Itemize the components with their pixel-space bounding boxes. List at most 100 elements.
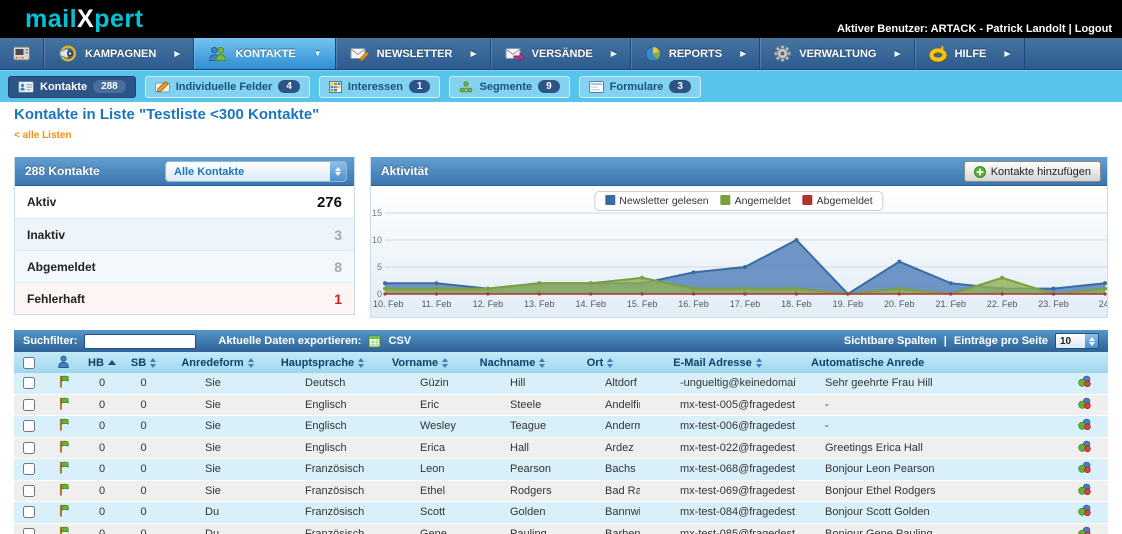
stat-row-fehlerhaft[interactable]: Fehlerhaft1: [15, 282, 354, 314]
stat-row-abgemeldet[interactable]: Abgemeldet8: [15, 250, 354, 282]
contact-spheres-icon[interactable]: [1077, 418, 1092, 434]
visible-columns-link[interactable]: Sichtbare Spalten: [844, 335, 937, 347]
legend-swatch: [803, 195, 813, 205]
cell-anrede: -: [795, 420, 1060, 432]
contact-spheres-icon[interactable]: [1077, 504, 1092, 520]
row-checkbox[interactable]: [23, 506, 35, 518]
contacts-stats-panel: 288 Kontakte Alle Kontakte Aktiv276Inakt…: [14, 157, 355, 315]
cell-hauptsprache: Englisch: [270, 399, 375, 411]
nav-item-hilfe[interactable]: HILFE ▶: [915, 38, 1025, 69]
csv-export-link[interactable]: CSV: [388, 335, 411, 347]
contact-filter-select[interactable]: Alle Kontakte: [165, 161, 347, 182]
megaphone-icon: [58, 45, 77, 62]
column-header-nachname[interactable]: Nachname: [465, 352, 560, 373]
column-header-sb[interactable]: SB: [122, 352, 165, 373]
plus-icon: [974, 166, 986, 178]
contact-spheres-icon[interactable]: [1077, 375, 1092, 391]
contact-spheres-icon[interactable]: [1077, 440, 1092, 456]
sort-icon: [442, 358, 448, 368]
flag-icon: [57, 375, 70, 391]
nav-item-label: KONTAKTE: [235, 48, 295, 60]
cell-anrede: Bonjour Gene Pauling: [795, 528, 1060, 534]
nav-item-newsletter[interactable]: NEWSLETTER ▶: [336, 38, 491, 69]
column-header-anrede: Automatische Anrede: [795, 352, 1060, 373]
cell-hauptsprache: Französisch: [270, 528, 375, 534]
nav-item-versaende[interactable]: VERSÄNDE▶: [491, 38, 631, 69]
contact-filter-value: Alle Kontakte: [166, 166, 330, 178]
row-checkbox[interactable]: [23, 420, 35, 432]
cell-anrede: Bonjour Ethel Rodgers: [795, 485, 1060, 497]
svg-text:12. Feb: 12. Feb: [473, 299, 504, 309]
chevron-right-icon: ▶: [470, 49, 476, 58]
per-page-label: Einträge pro Seite: [954, 335, 1048, 347]
row-checkbox[interactable]: [23, 528, 35, 534]
cell-nachname: Steele: [465, 399, 560, 411]
cell-nachname: Golden: [465, 506, 560, 518]
table-body: 00SieDeutschGüzinHillAltdorf (SH)-unguel…: [14, 373, 1108, 534]
person-icon: [57, 355, 70, 371]
column-header-ort[interactable]: Ort: [560, 352, 640, 373]
cell-ort: Barbengo: [560, 528, 640, 534]
cell-sb: 0: [122, 377, 165, 389]
svg-text:20. Feb: 20. Feb: [884, 299, 915, 309]
nav-item-label: NEWSLETTER: [377, 48, 453, 60]
nav-item-label: HILFE: [955, 48, 987, 60]
svg-text:18. Feb: 18. Feb: [781, 299, 812, 309]
contact-spheres-icon[interactable]: [1077, 483, 1092, 499]
cell-vorname: Wesley: [375, 420, 465, 432]
logo-part-mail: mail: [25, 5, 77, 33]
tab-label: Interessen: [348, 81, 403, 93]
column-header-anredeform[interactable]: Anredeform: [165, 352, 270, 373]
legend-swatch: [605, 195, 615, 205]
select-stepper-icon: [1085, 334, 1098, 348]
cell-hb: 0: [82, 528, 122, 534]
search-filter-input[interactable]: [84, 334, 196, 349]
nav-item-kontakte[interactable]: KONTAKTE▼: [194, 38, 335, 69]
contact-spheres-icon[interactable]: [1077, 526, 1092, 534]
cell-nachname: Pearson: [465, 463, 560, 475]
column-label: Ort: [587, 357, 604, 369]
stat-row-aktiv[interactable]: Aktiv276: [15, 186, 354, 218]
filterbar-divider: |: [944, 335, 947, 347]
nav-item-verwaltung[interactable]: VERWALTUNG▶: [760, 38, 914, 69]
nav-item-kampagnen[interactable]: KAMPAGNEN▶: [44, 38, 194, 69]
nav-item-home[interactable]: [0, 38, 44, 69]
tab-kontakte[interactable]: Kontakte288: [8, 76, 136, 98]
column-header-hb[interactable]: HB: [82, 352, 122, 373]
column-header-email[interactable]: E-Mail Adresse: [640, 352, 795, 373]
all-lists-link[interactable]: < alle Listen: [14, 130, 72, 141]
contact-spheres-icon[interactable]: [1077, 397, 1092, 413]
sort-icon: [756, 358, 762, 368]
svg-text:23. Feb: 23. Feb: [1038, 299, 1069, 309]
column-header-vorname[interactable]: Vorname: [375, 352, 465, 373]
stat-row-inaktiv[interactable]: Inaktiv3: [15, 218, 354, 250]
column-label: Hauptsprache: [281, 357, 354, 369]
select-all-checkbox[interactable]: [23, 357, 35, 369]
stat-value: 1: [334, 291, 342, 307]
people-icon: [208, 46, 227, 61]
row-checkbox[interactable]: [23, 377, 35, 389]
nav-item-reports[interactable]: REPORTS▶: [631, 38, 760, 69]
tab-interessen[interactable]: Interessen1: [319, 76, 441, 98]
row-checkbox[interactable]: [23, 485, 35, 497]
tab-segmente[interactable]: Segmente9: [449, 76, 569, 98]
csv-file-icon: [368, 335, 381, 348]
svg-text:24.: 24.: [1099, 299, 1107, 309]
row-checkbox[interactable]: [23, 442, 35, 454]
column-header-hauptsprache[interactable]: Hauptsprache: [270, 352, 375, 373]
tab-formulare[interactable]: Formulare3: [579, 76, 701, 98]
chevron-right-icon: ▶: [1004, 49, 1010, 58]
cell-anrede: Bonjour Leon Pearson: [795, 463, 1060, 475]
stat-label: Aktiv: [27, 195, 56, 209]
add-contacts-button[interactable]: Kontakte hinzufügen: [964, 161, 1101, 182]
legend-label: Newsletter gelesen: [619, 195, 708, 207]
row-checkbox[interactable]: [23, 399, 35, 411]
table-row: 00SieEnglischEricSteeleAndelfingenmx-tes…: [14, 395, 1108, 417]
row-checkbox[interactable]: [23, 463, 35, 475]
tab-individuelle-felder[interactable]: Individuelle Felder4: [145, 76, 310, 98]
tab-count-badge: 288: [93, 80, 126, 93]
contact-spheres-icon[interactable]: [1077, 461, 1092, 477]
active-user-label: Aktiver Benutzer: ARTACK - Patrick Lando…: [837, 23, 1072, 35]
per-page-select[interactable]: 10: [1055, 333, 1099, 349]
logout-link[interactable]: Logout: [1075, 23, 1112, 35]
